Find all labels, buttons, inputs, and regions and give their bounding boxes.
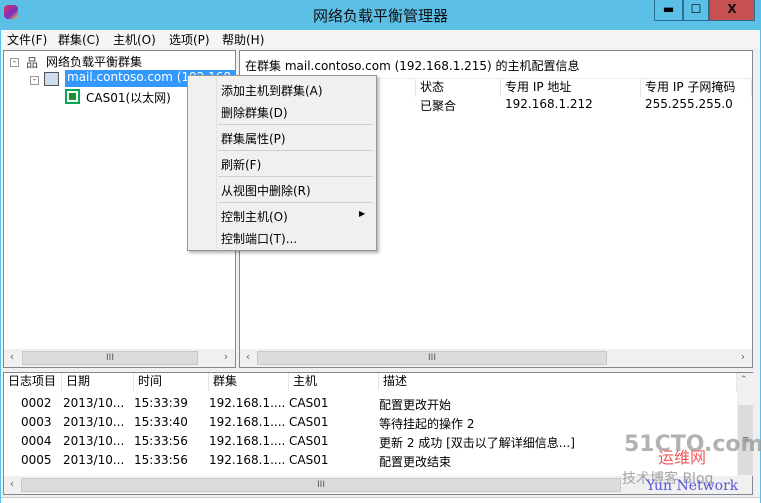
column-status[interactable]: 状态 (416, 79, 501, 97)
client-area: 文件(F) 群集(C) 主机(O) 选项(P) 帮助(H) - 品 网络负载平衡… (1, 30, 760, 503)
menu-separator (218, 124, 373, 125)
log-header-row: 日志项目 日期 时间 群集 主机 描述 (4, 373, 737, 391)
window-title: 网络负载平衡管理器 (312, 7, 448, 25)
cell-description: 等待挂起的操作 2 (379, 417, 475, 431)
cell-ip: 192.168.1.212 (505, 97, 593, 111)
title-bar: 网络负载平衡管理器 ▬ ☐ X (0, 0, 761, 30)
menu-options[interactable]: 选项(P) (169, 31, 210, 48)
cell-host: CAS01 (289, 453, 329, 467)
log-column-entry[interactable]: 日志项目 (4, 373, 62, 391)
scroll-thumb[interactable]: III (257, 351, 607, 365)
cell-description: 配置更改开始 (379, 398, 452, 412)
details-heading: 在群集 mail.contoso.com (192.168.1.215) 的主机… (245, 59, 580, 73)
tree-root[interactable]: 网络负载平衡群集 (46, 53, 142, 70)
menu-item-control-host[interactable]: 控制主机(O) (221, 208, 288, 225)
log-row[interactable]: 0003 2013/10... 15:33:40 192.168.1.... CAS01… (4, 414, 737, 432)
cell-cluster: 192.168.1.... (209, 434, 286, 448)
cell-date: 2013/10... (63, 396, 125, 410)
log-row[interactable]: 0005 2013/10... 15:33:56 192.168.1.... CAS01… (4, 452, 737, 470)
menu-separator (218, 202, 373, 203)
cell-entry: 0003 (21, 415, 52, 429)
menu-item-add-host[interactable]: 添加主机到群集(A) (221, 82, 323, 99)
close-button[interactable]: X (709, 0, 755, 21)
menu-item-remove-from-view[interactable]: 从视图中删除(R) (221, 182, 311, 199)
cell-cluster: 192.168.1.... (209, 415, 286, 429)
menu-item-control-ports[interactable]: 控制端口(T)... (221, 230, 297, 247)
menu-item-cluster-properties[interactable]: 群集属性(P) (221, 130, 286, 147)
log-column-time[interactable]: 时间 (134, 373, 209, 391)
scroll-thumb[interactable]: ≡ (738, 405, 753, 475)
cell-entry: 0005 (21, 453, 52, 467)
cell-host: CAS01 (289, 434, 329, 448)
column-ip[interactable]: 专用 IP 地址 (501, 79, 641, 97)
log-row[interactable]: 0004 2013/10... 15:33:56 192.168.1.... CAS01… (4, 433, 737, 451)
cell-date: 2013/10... (63, 434, 125, 448)
cell-description: 配置更改结束 (379, 455, 452, 469)
menu-bar: 文件(F) 群集(C) 主机(O) 选项(P) 帮助(H) (1, 30, 760, 48)
scroll-right-icon[interactable]: › (736, 350, 750, 363)
cell-entry: 0002 (21, 396, 52, 410)
menu-host[interactable]: 主机(O) (113, 31, 156, 48)
column-mask[interactable]: 专用 IP 子网掩码 (641, 79, 752, 97)
log-pane: 日志项目 日期 时间 群集 主机 描述 0002 2013/10... 15:33:… (3, 372, 754, 495)
cell-mask: 255.255.255.0 (645, 97, 733, 111)
scroll-right-icon[interactable]: › (219, 350, 233, 363)
cluster-group-icon: 品 (26, 56, 39, 70)
submenu-arrow-icon: ▶ (359, 209, 366, 218)
cell-host: CAS01 (289, 415, 329, 429)
menu-item-delete-cluster[interactable]: 删除群集(D) (221, 104, 288, 121)
log-vscrollbar[interactable]: ⌃ ≡ (737, 373, 754, 476)
menu-cluster[interactable]: 群集(C) (58, 31, 100, 48)
menu-file[interactable]: 文件(F) (7, 31, 47, 48)
menu-separator (218, 150, 373, 151)
cell-status: 已聚合 (420, 99, 457, 113)
cell-time: 15:33:40 (134, 415, 188, 429)
cell-date: 2013/10... (63, 453, 125, 467)
scroll-left-icon[interactable]: ‹ (241, 350, 255, 363)
scroll-left-icon[interactable]: ‹ (5, 477, 19, 490)
cell-description: 更新 2 成功 [双击以了解详细信息...] (379, 436, 575, 450)
scroll-left-icon[interactable]: ‹ (5, 350, 19, 363)
menu-item-refresh[interactable]: 刷新(F) (221, 156, 261, 173)
host-icon (65, 89, 80, 104)
cell-time: 15:33:39 (134, 396, 188, 410)
log-hscrollbar[interactable]: ‹ III (4, 476, 752, 494)
log-column-date[interactable]: 日期 (62, 373, 134, 391)
log-column-host[interactable]: 主机 (289, 373, 379, 391)
log-column-cluster[interactable]: 群集 (209, 373, 289, 391)
scroll-thumb[interactable]: III (21, 478, 621, 492)
cell-host: CAS01 (289, 396, 329, 410)
tree-host[interactable]: CAS01(以太网) (86, 89, 171, 106)
scroll-up-icon[interactable]: ⌃ (740, 375, 748, 385)
scroll-thumb[interactable]: III (22, 351, 198, 365)
cell-cluster: 192.168.1.... (209, 396, 286, 410)
log-row[interactable]: 0002 2013/10... 15:33:39 192.168.1.... CAS01… (4, 395, 737, 413)
context-menu: 添加主机到群集(A) 删除群集(D) 群集属性(P) 刷新(F) 从视图中删除(… (187, 75, 377, 251)
log-column-description[interactable]: 描述 (379, 373, 737, 391)
cell-cluster: 192.168.1.... (209, 453, 286, 467)
cell-date: 2013/10... (63, 415, 125, 429)
cell-time: 15:33:56 (134, 434, 188, 448)
details-hscrollbar[interactable]: ‹ III › (240, 349, 752, 367)
menu-gutter (216, 77, 217, 249)
maximize-button[interactable]: ☐ (683, 0, 709, 21)
collapse-icon[interactable]: - (30, 76, 39, 85)
tree-hscrollbar[interactable]: ‹ III › (4, 349, 235, 367)
minimize-button[interactable]: ▬ (654, 0, 683, 21)
menu-help[interactable]: 帮助(H) (222, 31, 264, 48)
cell-time: 15:33:56 (134, 453, 188, 467)
menu-separator (218, 176, 373, 177)
collapse-icon[interactable]: - (10, 58, 19, 67)
cell-entry: 0004 (21, 434, 52, 448)
cluster-icon (44, 72, 59, 86)
status-bar (1, 497, 760, 503)
